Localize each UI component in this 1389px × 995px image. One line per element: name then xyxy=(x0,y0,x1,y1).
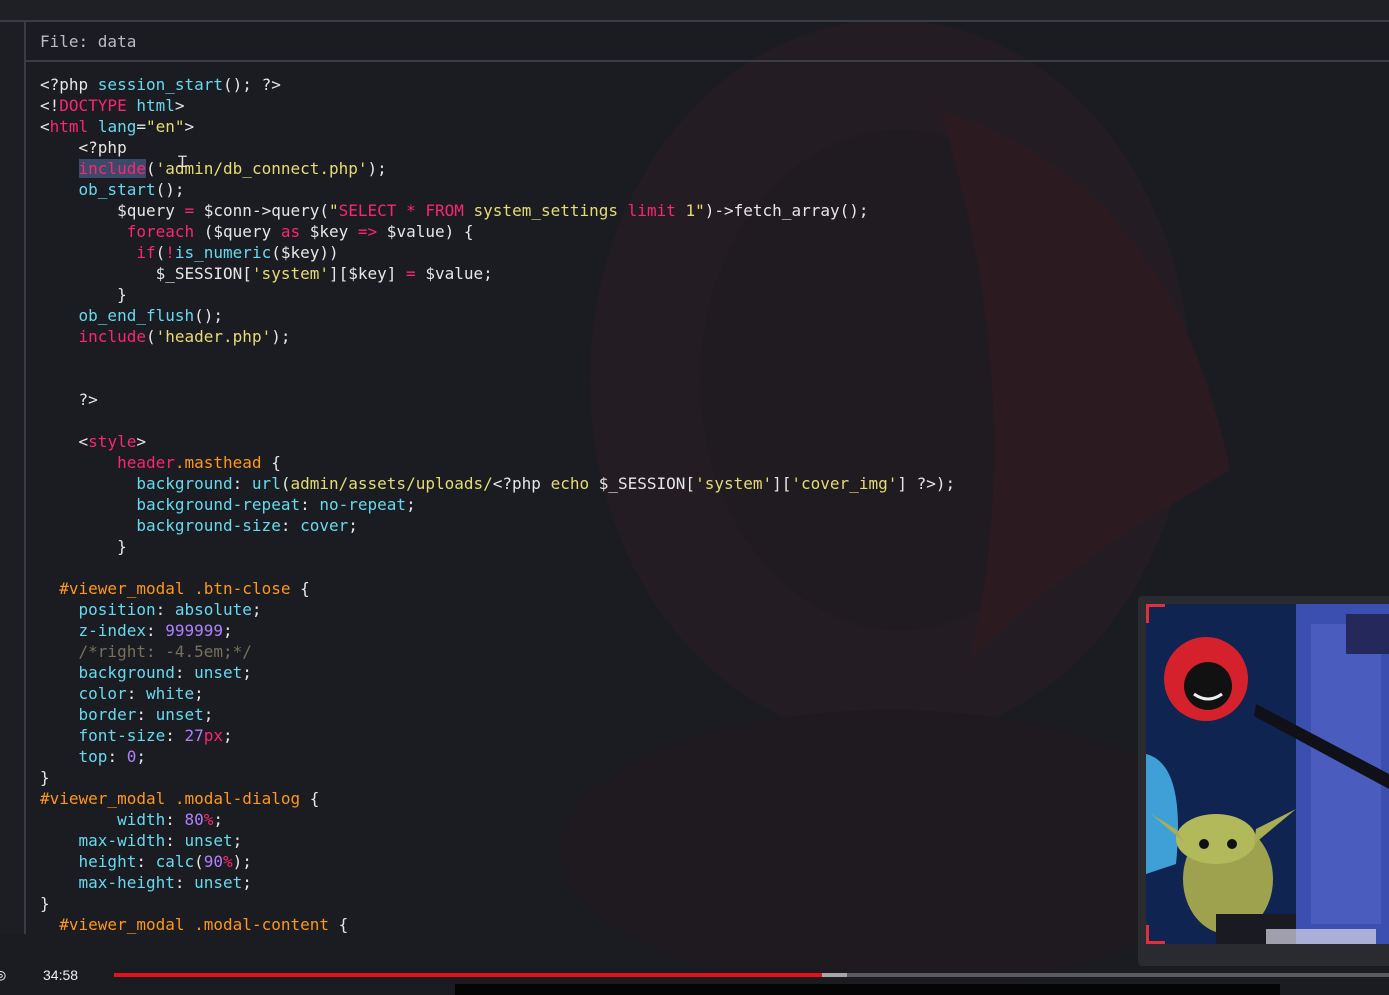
code-line: background: unset; xyxy=(78,663,252,682)
progress-bar[interactable] xyxy=(114,973,1389,977)
code-line: background: url(admin/assets/uploads/<?p… xyxy=(136,474,956,493)
code-line: font-size: 27px; xyxy=(78,726,233,745)
code-line: max-width: unset; xyxy=(78,831,243,850)
code-line: <!DOCTYPE html> xyxy=(40,96,185,115)
code-line: border: unset; xyxy=(78,705,214,724)
code-line: } xyxy=(40,537,127,556)
timestamp: 34:58 xyxy=(43,967,79,983)
code-line: height: calc(90%); xyxy=(78,852,252,871)
code-line: position: absolute; xyxy=(78,600,262,619)
code-line: <style> xyxy=(40,432,146,451)
code-line: } xyxy=(40,894,50,913)
code-line: include('header.php'); xyxy=(78,327,291,346)
code-line: $query = $conn->query("SELECT * FROM sys… xyxy=(40,201,869,220)
code-line: color: white; xyxy=(78,684,204,703)
file-header: File: data xyxy=(26,22,1389,62)
code-line: foreach ($query as $key => $value) { xyxy=(126,222,474,241)
code-line: <html lang="en"> xyxy=(40,117,195,136)
code-line: max-height: unset; xyxy=(78,873,252,892)
webcam-feed xyxy=(1146,604,1389,944)
code-line: ob_start(); xyxy=(78,180,185,199)
code-line: header.masthead { xyxy=(117,453,281,472)
frame-corner xyxy=(1146,604,1165,623)
code-line: <?php session_start(); ?> xyxy=(40,75,281,94)
file-title: File: data xyxy=(40,32,137,51)
text-cursor-icon: Ɪ xyxy=(178,152,187,171)
code-line: top: 0; xyxy=(78,747,146,766)
code-editor[interactable]: <?php session_start(); ?> <!DOCTYPE html>… xyxy=(40,74,955,935)
code-line: width: 80%; xyxy=(117,810,224,829)
code-line: $_SESSION['system'][$key] = $value; xyxy=(40,264,493,283)
code-line: ob_end_flush(); xyxy=(78,306,224,325)
code-line: } xyxy=(40,768,50,787)
code-line: background-size: cover; xyxy=(136,516,358,535)
editor-gutter xyxy=(0,22,26,934)
progress-fill xyxy=(114,973,822,977)
top-bar xyxy=(0,0,1389,22)
webcam-overlay xyxy=(1138,596,1389,966)
webcam-scene-icon xyxy=(1146,604,1389,944)
code-line: z-index: 999999; xyxy=(78,621,233,640)
code-line: if(!is_numeric($key)) xyxy=(136,243,339,262)
code-line: } xyxy=(40,285,127,304)
code-line: background-repeat: no-repeat; xyxy=(136,495,416,514)
location-pin-icon[interactable]: ◎ xyxy=(0,966,14,984)
code-line: #viewer_modal .modal-content { xyxy=(59,915,349,934)
code-line: ?> xyxy=(40,390,98,409)
code-line: #viewer_modal .btn-close { xyxy=(59,579,310,598)
bottom-strip xyxy=(455,984,1280,995)
frame-corner xyxy=(1146,925,1165,944)
code-line: /*right: -4.5em;*/ xyxy=(78,642,252,661)
code-line: #viewer_modal .modal-dialog { xyxy=(40,789,320,808)
